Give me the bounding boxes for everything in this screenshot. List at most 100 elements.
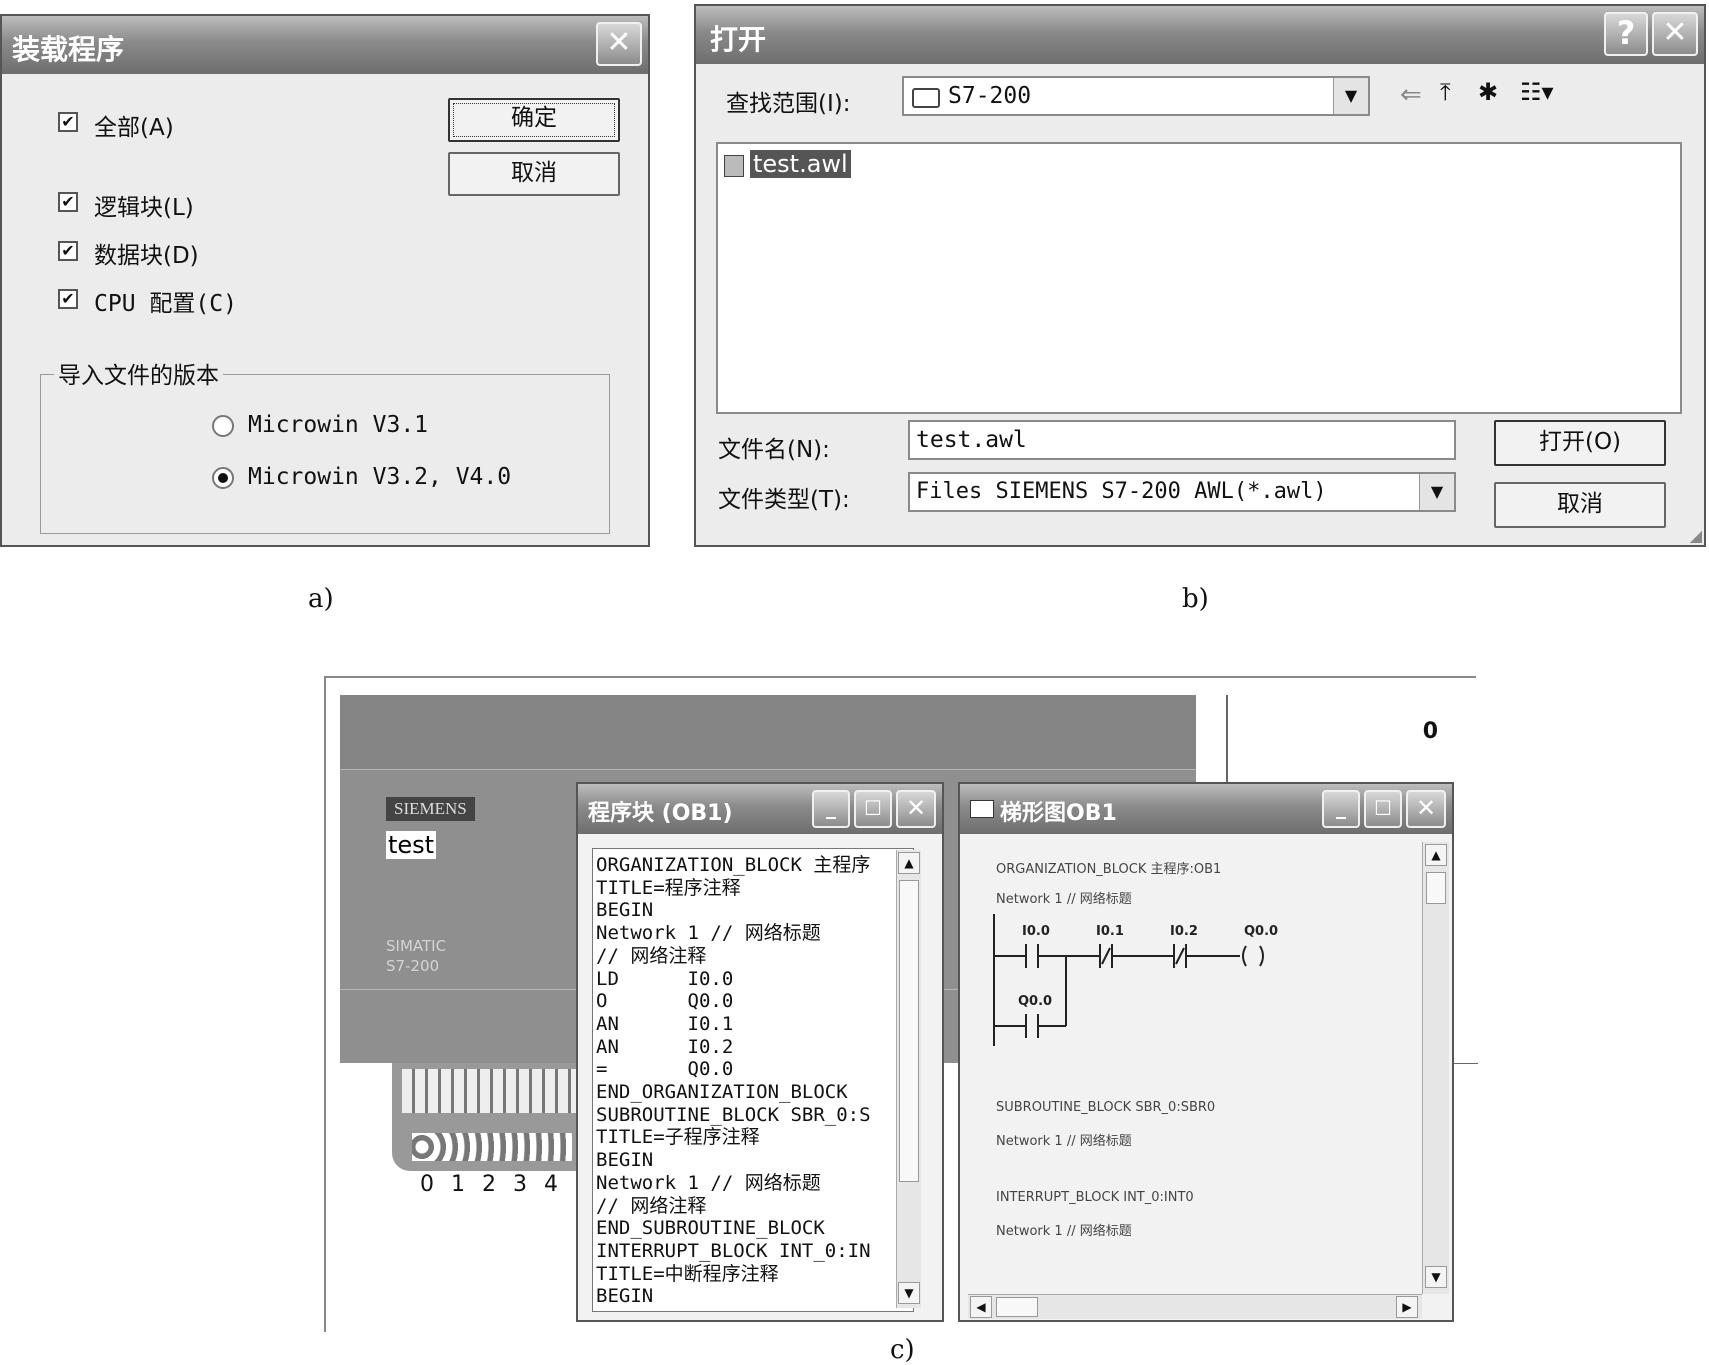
s7200-label: S7-200 [386, 957, 440, 975]
view-menu-icon[interactable]: ☷▾ [1520, 78, 1554, 106]
filetype-dropdown[interactable]: Files SIEMENS S7-200 AWL(*.awl) ▼ [908, 472, 1456, 512]
close-button[interactable]: ✕ [596, 22, 642, 66]
frame-left-line [324, 676, 326, 1332]
caption-b: b) [1182, 584, 1209, 614]
checkbox-cpu-config[interactable]: ✔ [58, 289, 78, 309]
load-program-dialog: 装载程序 ✕ ✔ 全部(A) ✔ 逻辑块(L) ✔ 数据块(D) ✔ CPU 配… [0, 14, 650, 547]
code-line: BEGIN [596, 1149, 654, 1172]
code-line: BEGIN [596, 899, 654, 922]
cancel-button-label: 取消 [511, 160, 557, 186]
filename-value: test.awl [916, 427, 1027, 453]
code-line: LD I0.0 [596, 967, 734, 990]
branch-contact-label: Q0.0 [1018, 994, 1053, 1009]
contact-label-i00: I0.0 [1022, 924, 1050, 939]
open-button[interactable]: 打开(O) [1494, 420, 1666, 466]
code-line: END_ORGANIZATION_BLOCK [596, 1081, 848, 1103]
minimize-button[interactable]: _ [812, 790, 850, 828]
plc-top-ridge [340, 695, 1196, 770]
org-block-label: ORGANIZATION_BLOCK 主程序:OB1 [996, 862, 1222, 877]
sub-block-label: SUBROUTINE_BLOCK SBR_0:SBR0 [996, 1100, 1216, 1115]
contact-i02-slash [1175, 947, 1185, 965]
code-scrollbar[interactable]: ▲ ▼ [896, 850, 921, 1308]
io-digit: 2 [482, 1172, 501, 1197]
open-button-label: 打开(O) [1538, 429, 1622, 455]
scroll-down-icon[interactable]: ▼ [898, 1282, 920, 1304]
ladder-vscrollbar[interactable]: ▲ ▼ [1422, 842, 1449, 1294]
network1-label: Network 1 // 网络标题 [996, 892, 1132, 907]
back-arrow-icon[interactable]: ⇐ [1400, 80, 1422, 110]
value-readout: 0 [1422, 719, 1438, 744]
ok-button-label: 确定 [511, 105, 557, 131]
filename-label: 文件名(N): [718, 437, 830, 463]
close-button[interactable]: ✕ [1652, 12, 1698, 56]
maximize-button[interactable]: ☐ [1364, 790, 1402, 828]
code-line: Network 1 // 网络标题 [596, 1171, 821, 1194]
minimize-icon: _ [1336, 795, 1346, 819]
look-in-dropdown[interactable]: S7-200 ▼ [902, 76, 1370, 116]
scroll-thumb[interactable] [899, 880, 919, 1182]
radio-microwin-v32[interactable] [212, 467, 234, 489]
scroll-up-icon[interactable]: ▲ [898, 852, 920, 874]
checkbox-all-label: 全部(A) [94, 115, 174, 141]
scroll-thumb[interactable] [1426, 872, 1446, 904]
scroll-up-icon[interactable]: ▲ [1425, 844, 1447, 866]
ladder-window: 梯形图OB1 _ ☐ ✕ ORGANIZATION_BLOCK 主程序:OB1 … [958, 782, 1454, 1322]
code-line: END_SUBROUTINE_BLOCK [596, 1217, 825, 1240]
radio-microwin-v31[interactable] [212, 415, 234, 437]
file-list[interactable]: test.awl [716, 142, 1682, 414]
filename-input[interactable]: test.awl [908, 420, 1456, 460]
coil-q00 [1259, 945, 1264, 967]
scroll-down-icon[interactable]: ▼ [1425, 1266, 1447, 1288]
checkbox-logic-blocks-label: 逻辑块(L) [94, 195, 194, 221]
ladder-window-icon [970, 800, 994, 818]
checkbox-logic-blocks[interactable]: ✔ [58, 192, 78, 212]
checkbox-data-blocks[interactable]: ✔ [58, 241, 78, 261]
contact-label-i01: I0.1 [1096, 924, 1124, 939]
help-button[interactable]: ? [1604, 12, 1648, 56]
simatic-label: SIMATIC [386, 937, 447, 955]
code-line: INTERRUPT_BLOCK INT_0:IN [596, 1239, 871, 1262]
contact-i01-slash [1101, 947, 1111, 965]
filetype-label: 文件类型(T): [718, 487, 850, 513]
file-name: test.awl [750, 150, 851, 178]
code-line: // 网络注释 [596, 1194, 707, 1217]
scroll-thumb[interactable] [996, 1297, 1038, 1317]
code-line: SUBROUTINE_BLOCK SBR_0:S [596, 1103, 871, 1126]
int-block-label: INTERRUPT_BLOCK INT_0:INT0 [996, 1190, 1194, 1205]
code-line: = Q0.0 [596, 1058, 734, 1081]
coil-q00 [1242, 945, 1247, 967]
cancel-button[interactable]: 取消 [448, 152, 620, 196]
cancel-button-label: 取消 [1557, 491, 1603, 517]
resize-grip-icon[interactable]: ◢ [1690, 526, 1702, 545]
version-group-label: 导入文件的版本 [54, 356, 223, 390]
look-in-value: S7-200 [948, 83, 1032, 109]
chevron-down-icon[interactable]: ▼ [1333, 78, 1368, 114]
cancel-button[interactable]: 取消 [1494, 482, 1666, 528]
radio-selected-dot [218, 473, 228, 483]
frame-top-line [324, 676, 1476, 678]
code-line: TITLE=中断程序注释 [596, 1262, 779, 1285]
code-line: Network 1 // 网络标题 [596, 922, 821, 945]
scroll-left-icon[interactable]: ◀ [970, 1296, 992, 1318]
filetype-value: Files SIEMENS S7-200 AWL(*.awl) [916, 479, 1327, 504]
ladder-hscrollbar[interactable]: ◀ ▶ [968, 1294, 1422, 1319]
caption-c: c) [890, 1335, 915, 1365]
scroll-right-icon[interactable]: ▶ [1396, 1296, 1418, 1318]
sub-network-label: Network 1 // 网络标题 [996, 1134, 1132, 1149]
maximize-button[interactable]: ☐ [854, 790, 892, 828]
up-folder-icon[interactable]: ⤒ [1440, 78, 1451, 106]
chevron-down-icon[interactable]: ▼ [1419, 474, 1454, 510]
close-button[interactable]: ✕ [896, 790, 936, 828]
code-line: TITLE=子程序注释 [596, 1126, 760, 1149]
io-digit: 4 [544, 1172, 563, 1197]
minimize-icon: _ [826, 795, 836, 819]
new-folder-icon[interactable]: ✱ [1478, 78, 1498, 106]
minimize-button[interactable]: _ [1322, 790, 1360, 828]
checkbox-data-blocks-label: 数据块(D) [94, 243, 199, 269]
close-button[interactable]: ✕ [1406, 790, 1446, 828]
checkbox-all[interactable]: ✔ [58, 112, 78, 132]
open-file-title: 打开 [710, 23, 767, 56]
open-file-titlebar: 打开 ? ✕ [696, 6, 1704, 64]
ok-button[interactable]: 确定 [448, 98, 620, 142]
contact-label-i02: I0.2 [1170, 924, 1198, 939]
